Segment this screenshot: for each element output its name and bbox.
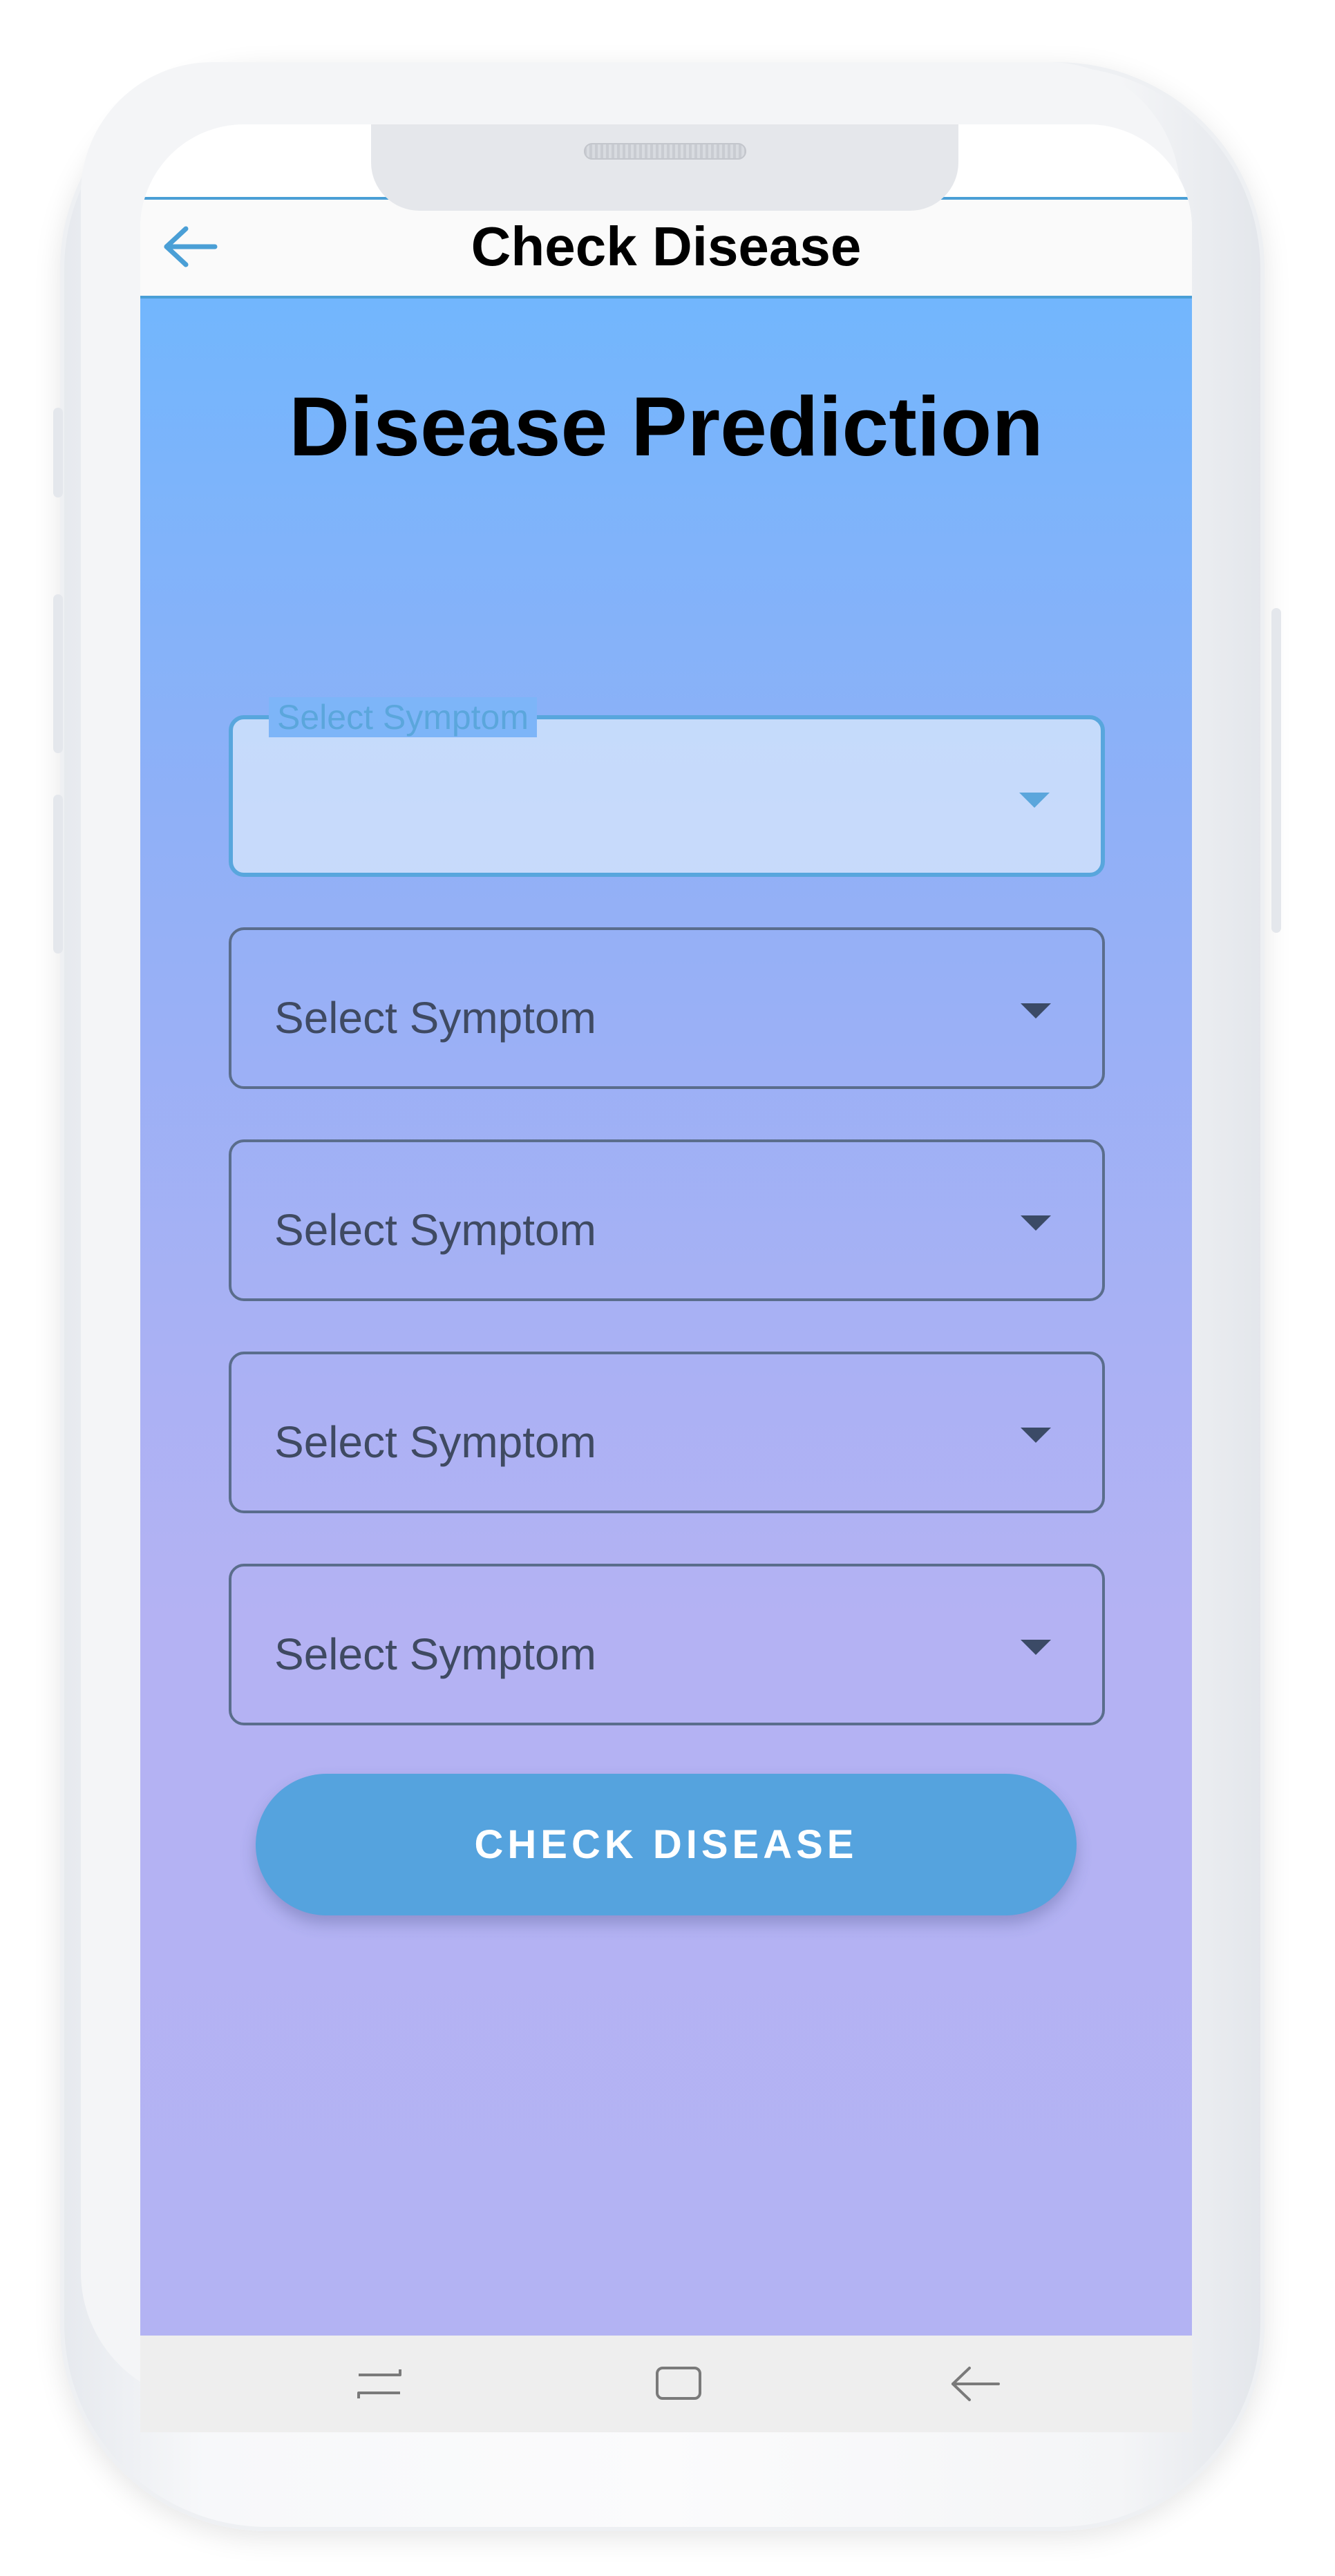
phone-side-button [53, 594, 63, 753]
phone-side-button [53, 408, 63, 498]
app-bar: Check Disease [140, 197, 1192, 299]
page-title: Check Disease [471, 216, 862, 277]
symptom-dropdown-1[interactable]: Select Symptom [229, 697, 1105, 877]
symptom-dropdown-5[interactable]: Select Symptom [229, 1564, 1105, 1725]
symptom-dropdown-4[interactable]: Select Symptom [229, 1352, 1105, 1513]
app-screen: Check Disease Disease Prediction Select … [140, 124, 1192, 2336]
caret-down-icon [1021, 1428, 1051, 1443]
caret-down-icon [1021, 1003, 1051, 1019]
caret-down-icon [1019, 793, 1050, 808]
phone-side-button [53, 795, 63, 954]
home-icon[interactable] [650, 2360, 706, 2408]
caret-down-icon [1021, 1640, 1051, 1655]
system-nav-bar [140, 2336, 1192, 2432]
dropdown-placeholder: Select Symptom [274, 1205, 596, 1255]
section-heading: Disease Prediction [289, 379, 1043, 473]
back-icon[interactable] [947, 2360, 1003, 2408]
dropdown-placeholder: Select Symptom [274, 1629, 596, 1679]
dropdown-floating-label: Select Symptom [269, 697, 538, 737]
caret-down-icon [1021, 1215, 1051, 1231]
symptom-dropdown-2[interactable]: Select Symptom [229, 927, 1105, 1089]
phone-notch [371, 124, 958, 211]
dropdown-placeholder: Select Symptom [274, 1417, 596, 1467]
main-content: Disease Prediction Select Symptom Select… [140, 299, 1192, 2336]
check-disease-button[interactable]: CHECK DISEASE [256, 1774, 1077, 1915]
symptom-dropdown-3[interactable]: Select Symptom [229, 1139, 1105, 1301]
speaker-grille [584, 143, 746, 160]
recent-apps-icon[interactable] [352, 2360, 407, 2408]
dropdown-placeholder: Select Symptom [274, 993, 596, 1043]
phone-side-button [1271, 608, 1281, 933]
